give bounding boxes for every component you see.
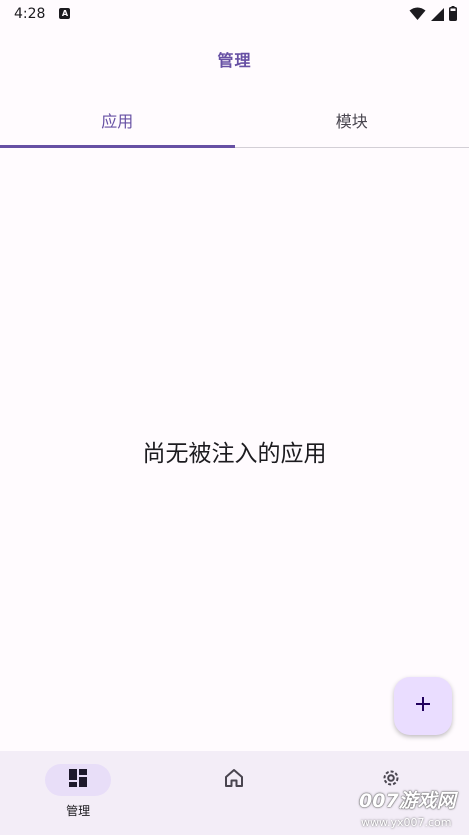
tab-bar: 应用 模块: [0, 93, 469, 148]
tab-modules-label: 模块: [335, 112, 368, 131]
nav-active-pill: [45, 764, 112, 796]
add-button[interactable]: [394, 677, 452, 735]
tab-indicator: [0, 145, 235, 148]
nav-item-manage[interactable]: 管理: [0, 751, 156, 835]
signal-icon: [431, 6, 444, 25]
empty-state-message: 尚无被注入的应用: [142, 441, 327, 467]
watermark-url: www.yx007.com: [361, 816, 452, 829]
add-icon: [415, 696, 431, 716]
status-time: 4:28: [14, 5, 46, 22]
battery-icon: [449, 6, 457, 25]
watermark-logo: 007游戏网: [359, 790, 456, 812]
nav-item-home[interactable]: [156, 751, 312, 835]
wifi-icon: [409, 6, 426, 25]
app-bar: 管理: [0, 27, 469, 91]
tab-apps[interactable]: 应用: [0, 93, 235, 148]
dashboard-icon: [68, 768, 88, 792]
tab-modules[interactable]: 模块: [235, 93, 469, 147]
nav-item-manage-label: 管理: [66, 804, 91, 818]
status-icons: [409, 6, 457, 25]
notification-badge-icon: A: [59, 8, 71, 19]
tab-apps-label: 应用: [101, 112, 134, 131]
watermark: 007游戏网 www.yx007.com: [355, 786, 469, 832]
status-bar: 4:28 A: [0, 0, 469, 27]
home-icon: [224, 768, 244, 792]
nav-pill: [201, 764, 267, 796]
page-title: 管理: [217, 51, 252, 70]
